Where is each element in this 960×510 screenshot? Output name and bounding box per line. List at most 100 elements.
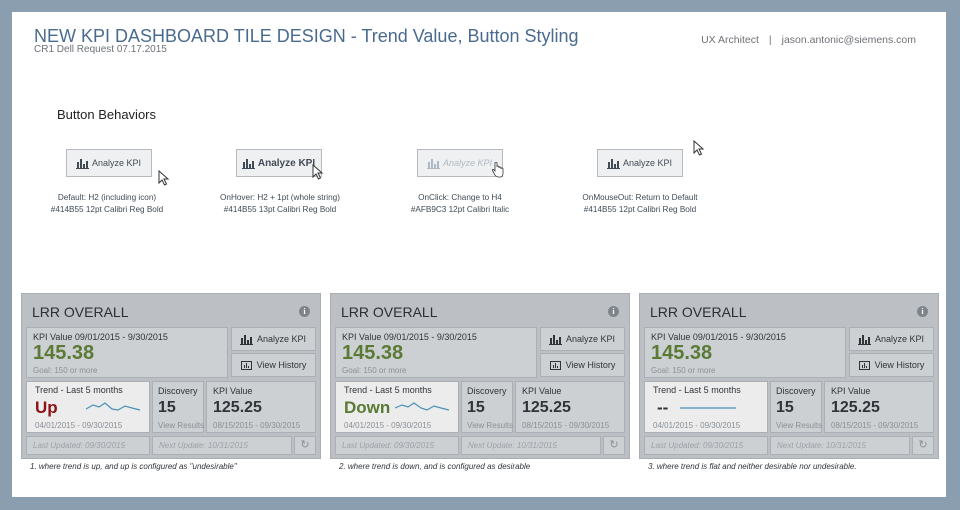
bar-chart-icon: [857, 334, 871, 345]
kpi-period-panel: KPI Value 125.25 08/15/2015 - 09/30/2015: [206, 381, 316, 433]
kpi-goal: Goal: 150 or more: [651, 366, 716, 375]
kpi-value-panel: KPI Value 09/01/2015 - 9/30/2015 145.38 …: [644, 327, 846, 378]
tile-title: LRR OVERALL: [32, 304, 129, 320]
caption-line: OnHover: H2 + 1pt (whole string): [220, 193, 340, 202]
info-icon[interactable]: i: [608, 306, 619, 317]
kpi-value: 145.38: [342, 342, 404, 364]
kpi-value: 145.38: [651, 342, 713, 364]
tile-title: LRR OVERALL: [650, 304, 747, 320]
trend-panel[interactable]: Trend - Last 5 months Up 04/01/2015 - 09…: [26, 381, 150, 433]
trend-sparkline: [394, 402, 450, 411]
tile-title: LRR OVERALL: [341, 304, 438, 320]
kpi-goal: Goal: 150 or more: [342, 366, 407, 375]
discovery-panel: Discovery 15 View Results: [461, 381, 513, 433]
caption-line: #414B55 13pt Calibri Reg Bold: [223, 205, 337, 214]
refresh-icon[interactable]: ↻: [912, 436, 934, 455]
mouse-pointer-icon: [693, 139, 705, 159]
bar-chart-icon: [548, 334, 562, 345]
tile-note: 3. where trend is flat and neither desir…: [648, 462, 857, 471]
trend-sparkline: [85, 402, 141, 411]
info-icon[interactable]: i: [299, 306, 310, 317]
trend-sparkline: [680, 407, 736, 409]
bar-chart-icon: [606, 158, 620, 169]
button-label: Analyze KPI: [874, 334, 925, 344]
trend-label: Trend - Last 5 months: [344, 385, 432, 395]
analyze-kpi-button[interactable]: Analyze KPI: [231, 327, 316, 351]
mouse-pointer-icon: [158, 169, 170, 189]
kpi-period-value: 125.25: [522, 399, 571, 416]
button-label: Analyze KPI: [565, 334, 616, 344]
page-subtitle: CR1 Dell Request 07.17.2015: [34, 44, 167, 55]
trend-panel[interactable]: Trend - Last 5 months Down 04/01/2015 - …: [335, 381, 459, 433]
trend-label: Trend - Last 5 months: [35, 385, 123, 395]
trend-value: Down: [344, 398, 391, 417]
kpi-period-value: 125.25: [213, 399, 262, 416]
caption-mouseout: OnMouseOut: Return to Default #414B55 12…: [555, 192, 725, 216]
trend-value: Up: [35, 398, 58, 417]
trend-value: --: [657, 398, 669, 417]
trend-panel[interactable]: Trend - Last 5 months -- 04/01/2015 - 09…: [644, 381, 768, 433]
author-info: UX Architect | jason.antonic@siemens.com: [701, 34, 916, 46]
kpi-tile-down: LRR OVERALL i KPI Value 09/01/2015 - 9/3…: [330, 293, 630, 459]
kpi-period-label: KPI Value: [213, 386, 253, 396]
view-history-button[interactable]: View History: [849, 353, 934, 377]
kpi-tile-up: LRR OVERALL i KPI Value 09/01/2015 - 9/3…: [21, 293, 321, 459]
author-separator: |: [768, 34, 772, 46]
caption-hover: OnHover: H2 + 1pt (whole string) #414B55…: [195, 192, 365, 216]
kpi-range: KPI Value 09/01/2015 - 9/30/2015: [342, 332, 477, 342]
bar-chart-icon: [75, 158, 89, 169]
caption-line: #414B55 12pt Calibri Reg Bold: [50, 205, 164, 214]
author-email: jason.antonic@siemens.com: [781, 34, 916, 46]
bar-chart-icon: [241, 158, 255, 169]
caption-line: Default: H2 (including icon): [57, 193, 157, 202]
history-chart-icon: [240, 360, 252, 370]
analyze-kpi-button[interactable]: Analyze KPI: [849, 327, 934, 351]
tile-note: 2. where trend is down, and is configure…: [339, 462, 531, 471]
next-update: Next Update: 10/31/2015: [770, 436, 910, 455]
button-label: Analyze KPI: [442, 158, 493, 168]
section-title: Button Behaviors: [57, 107, 157, 122]
discovery-panel: Discovery 15 View Results: [152, 381, 204, 433]
analyze-kpi-button-default[interactable]: Analyze KPI: [66, 149, 152, 177]
kpi-value: 145.38: [33, 342, 95, 364]
caption-default: Default: H2 (including icon) #414B55 12p…: [22, 192, 192, 216]
analyze-kpi-button-hover[interactable]: Analyze KPI: [236, 149, 322, 177]
caption-click: OnClick: Change to H4 #AFB9C3 12pt Calib…: [375, 192, 545, 216]
refresh-icon[interactable]: ↻: [603, 436, 625, 455]
analyze-kpi-button[interactable]: Analyze KPI: [540, 327, 625, 351]
kpi-goal: Goal: 150 or more: [33, 366, 98, 375]
kpi-tile-flat: LRR OVERALL i KPI Value 09/01/2015 - 9/3…: [639, 293, 939, 459]
view-results-link[interactable]: View Results: [776, 421, 822, 430]
analyze-kpi-button-mouseout[interactable]: Analyze KPI: [597, 149, 683, 177]
discovery-label: Discovery: [776, 386, 816, 396]
discovery-panel: Discovery 15 View Results: [770, 381, 822, 433]
trend-label: Trend - Last 5 months: [653, 385, 741, 395]
discovery-value: 15: [776, 399, 794, 416]
discovery-value: 15: [467, 399, 485, 416]
discovery-label: Discovery: [467, 386, 507, 396]
view-results-link[interactable]: View Results: [467, 421, 513, 430]
kpi-value-panel: KPI Value 09/01/2015 - 9/30/2015 145.38 …: [26, 327, 228, 378]
view-history-button[interactable]: View History: [540, 353, 625, 377]
view-results-link[interactable]: View Results: [158, 421, 204, 430]
hand-pointer-icon: [491, 161, 504, 181]
kpi-range: KPI Value 09/01/2015 - 9/30/2015: [33, 332, 168, 342]
next-update: Next Update: 10/31/2015: [461, 436, 601, 455]
view-history-button[interactable]: View History: [231, 353, 316, 377]
button-label: Analyze KPI: [91, 158, 142, 168]
kpi-period-panel: KPI Value 125.25 08/15/2015 - 09/30/2015: [824, 381, 934, 433]
discovery-label: Discovery: [158, 386, 198, 396]
design-sheet: NEW KPI DASHBOARD TILE DESIGN - Trend Va…: [12, 12, 946, 497]
kpi-period-label: KPI Value: [831, 386, 871, 396]
refresh-icon[interactable]: ↻: [294, 436, 316, 455]
kpi-period-value: 125.25: [831, 399, 880, 416]
button-label: Analyze KPI: [257, 157, 316, 169]
info-icon[interactable]: i: [917, 306, 928, 317]
history-chart-icon: [858, 360, 870, 370]
next-update: Next Update: 10/31/2015: [152, 436, 292, 455]
bar-chart-icon: [239, 334, 253, 345]
kpi-period-dates: 08/15/2015 - 09/30/2015: [831, 421, 919, 430]
kpi-period-panel: KPI Value 125.25 08/15/2015 - 09/30/2015: [515, 381, 625, 433]
kpi-period-label: KPI Value: [522, 386, 562, 396]
trend-dates: 04/01/2015 - 09/30/2015: [653, 421, 741, 430]
